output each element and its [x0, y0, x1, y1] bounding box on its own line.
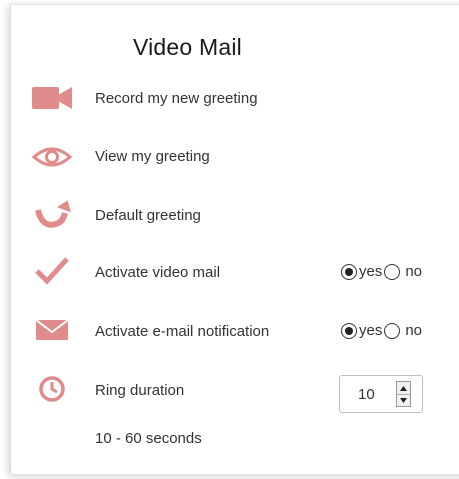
record-greeting-link[interactable]: Record my new greeting	[95, 90, 258, 107]
undo-arrow-icon[interactable]	[30, 199, 74, 231]
checkmark-icon	[30, 255, 74, 287]
activate-email-notification-radio-group: yes no	[341, 322, 424, 339]
ring-duration-stepper[interactable]: 10	[339, 375, 423, 413]
page-title: Video Mail	[133, 34, 242, 60]
video-mail-no-label[interactable]: no	[405, 263, 422, 280]
video-camera-icon[interactable]	[30, 82, 74, 114]
view-greeting-link[interactable]: View my greeting	[95, 148, 210, 165]
ring-duration-label: Ring duration	[95, 382, 185, 399]
activate-video-mail-radio-group: yes no	[341, 263, 424, 280]
email-notification-no-label[interactable]: no	[405, 322, 422, 339]
video-mail-yes-radio[interactable]	[341, 263, 357, 280]
video-mail-yes-label[interactable]: yes	[359, 263, 382, 280]
activate-email-notification-label: Activate e-mail notification	[95, 323, 270, 340]
ring-duration-range: 10 - 60 seconds	[95, 430, 202, 447]
caret-down-icon	[400, 397, 407, 403]
caret-up-icon	[400, 385, 407, 391]
default-greeting-link[interactable]: Default greeting	[95, 207, 201, 224]
ring-duration-value[interactable]: 10	[358, 386, 375, 403]
video-mail-no-radio[interactable]	[384, 263, 401, 280]
clock-icon	[30, 373, 74, 405]
email-notification-yes-radio[interactable]	[341, 322, 357, 339]
email-notification-yes-label[interactable]: yes	[359, 322, 382, 339]
stepper-down-button[interactable]	[397, 394, 410, 406]
email-notification-no-radio[interactable]	[384, 322, 401, 339]
stepper-buttons	[396, 381, 411, 407]
eye-icon[interactable]	[30, 141, 74, 173]
envelope-icon	[30, 314, 74, 346]
activate-video-mail-label: Activate video mail	[95, 264, 221, 281]
